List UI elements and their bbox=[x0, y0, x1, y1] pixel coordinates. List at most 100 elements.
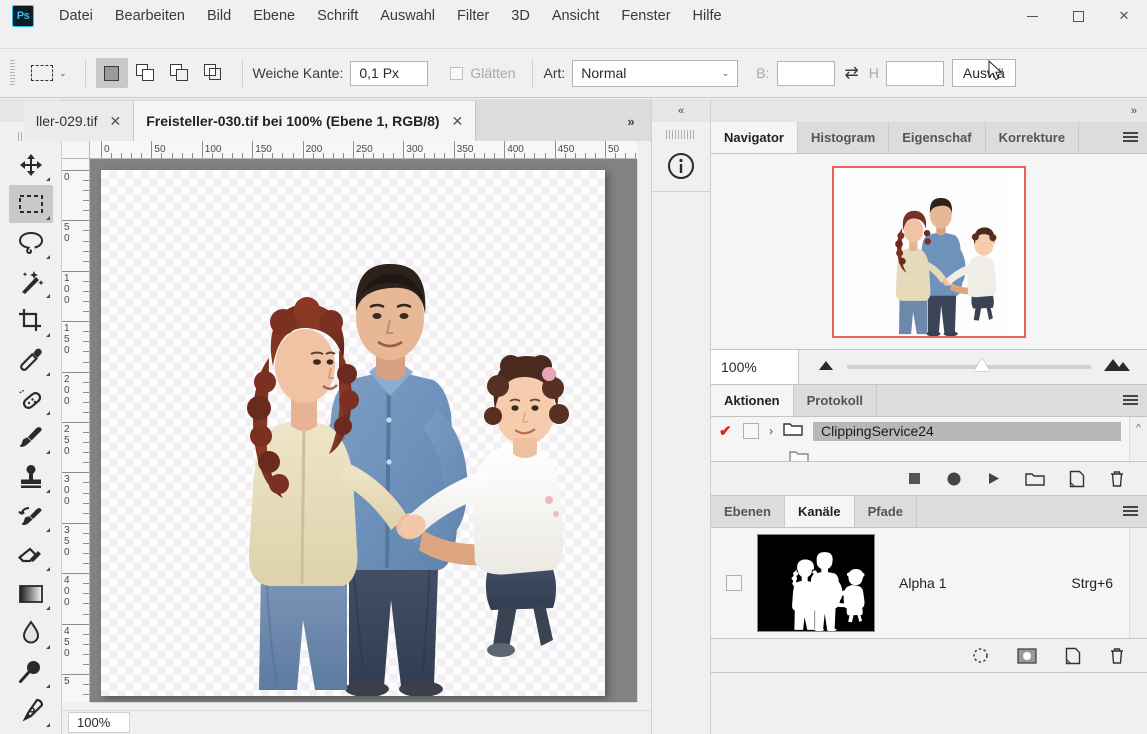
options-bar-grip[interactable] bbox=[10, 60, 15, 86]
dock-grip[interactable] bbox=[666, 130, 696, 139]
close-icon[interactable]: ✕ bbox=[452, 113, 464, 130]
record-icon[interactable] bbox=[946, 471, 962, 487]
subtract-from-selection-button[interactable] bbox=[164, 58, 196, 88]
brush-tool[interactable] bbox=[9, 419, 53, 457]
delete-channel-icon[interactable] bbox=[1109, 647, 1125, 665]
navigator-preview[interactable] bbox=[711, 154, 1147, 349]
zoom-level-input[interactable]: 100% bbox=[68, 712, 130, 733]
channel-name[interactable]: Alpha 1 bbox=[875, 575, 1071, 591]
menu-item-schrift[interactable]: Schrift bbox=[306, 4, 369, 28]
menu-item-auswahl[interactable]: Auswahl bbox=[369, 4, 446, 28]
panel-menu-button[interactable] bbox=[1113, 385, 1147, 416]
tool-preset-picker[interactable]: ⌄ bbox=[23, 65, 75, 81]
actions-list[interactable]: ✔ › ClippingService24 ^ bbox=[711, 417, 1147, 461]
action-row[interactable] bbox=[711, 445, 1147, 461]
close-button[interactable]: ✕ bbox=[1101, 0, 1147, 32]
horizontal-ruler[interactable]: 05010015020025030035040045050 bbox=[90, 141, 637, 159]
load-selection-icon[interactable] bbox=[972, 647, 989, 664]
add-to-selection-button[interactable] bbox=[130, 58, 162, 88]
dock-collapse-button[interactable]: « bbox=[652, 99, 710, 122]
width-input[interactable] bbox=[777, 61, 835, 86]
refine-edge-button[interactable]: Auswä bbox=[952, 59, 1016, 87]
navigator-thumbnail[interactable] bbox=[832, 166, 1026, 338]
menu-item-ansicht[interactable]: Ansicht bbox=[541, 4, 611, 28]
spot-healing-brush-tool[interactable] bbox=[9, 380, 53, 418]
eyedropper-tool[interactable] bbox=[9, 341, 53, 379]
action-dialog-toggle[interactable] bbox=[743, 423, 759, 439]
new-set-icon[interactable] bbox=[1025, 471, 1045, 487]
menu-item-fenster[interactable]: Fenster bbox=[610, 4, 681, 28]
menu-item-bild[interactable]: Bild bbox=[196, 4, 242, 28]
action-set-name[interactable]: ClippingService24 bbox=[813, 422, 1121, 441]
zoom-slider-handle[interactable] bbox=[974, 358, 990, 371]
document-tab-inactive[interactable]: ller-029.tif ✕ bbox=[24, 101, 134, 141]
info-panel-button[interactable] bbox=[660, 145, 702, 187]
channels-scrollbar[interactable] bbox=[1129, 528, 1147, 638]
rectangular-marquee-tool[interactable] bbox=[9, 185, 53, 223]
alpha-mask-thumbnail[interactable] bbox=[757, 534, 875, 632]
play-icon[interactable] bbox=[986, 471, 1001, 486]
vertical-ruler[interactable]: 0501001502002503003504004505 bbox=[62, 159, 90, 702]
action-row[interactable]: ✔ › ClippingService24 bbox=[711, 417, 1147, 445]
chevron-right-icon[interactable]: › bbox=[769, 424, 773, 438]
menu-item-3d[interactable]: 3D bbox=[500, 4, 541, 28]
navigator-zoom-input[interactable]: 100% bbox=[711, 350, 799, 384]
tab-aktionen[interactable]: Aktionen bbox=[711, 385, 794, 416]
tab-kan-le[interactable]: Kanäle bbox=[785, 496, 855, 527]
panel-menu-button[interactable] bbox=[1113, 496, 1147, 527]
ruler-origin-box[interactable] bbox=[62, 141, 90, 159]
style-select[interactable]: Normal ⌄ bbox=[572, 60, 738, 87]
lasso-tool[interactable] bbox=[9, 224, 53, 262]
gradient-tool[interactable] bbox=[9, 575, 53, 613]
antialias-checkbox[interactable] bbox=[450, 67, 463, 80]
tab-pfade[interactable]: Pfade bbox=[855, 496, 917, 527]
right-dock-expand-button[interactable]: » bbox=[711, 99, 1147, 122]
artboard[interactable] bbox=[101, 170, 605, 696]
actions-scrollbar[interactable]: ^ bbox=[1129, 417, 1147, 461]
canvas-viewport[interactable] bbox=[90, 159, 637, 702]
action-enabled-check[interactable]: ✔ bbox=[719, 422, 733, 440]
tab-ebenen[interactable]: Ebenen bbox=[711, 496, 785, 527]
tab-histogram[interactable]: Histogram bbox=[798, 122, 889, 153]
close-icon[interactable]: ✕ bbox=[109, 113, 121, 130]
new-action-icon[interactable] bbox=[1069, 470, 1085, 488]
stop-icon[interactable] bbox=[907, 471, 922, 486]
menu-item-bearbeiten[interactable]: Bearbeiten bbox=[104, 4, 196, 28]
clone-stamp-tool[interactable] bbox=[9, 458, 53, 496]
new-selection-button[interactable] bbox=[96, 58, 128, 88]
menu-item-datei[interactable]: Datei bbox=[48, 4, 104, 28]
blur-tool[interactable] bbox=[9, 614, 53, 652]
canvas-vertical-scrollbar[interactable] bbox=[637, 159, 651, 702]
quick-selection-tool[interactable] bbox=[9, 263, 53, 301]
swap-arrows-icon[interactable]: ⇄ bbox=[845, 63, 859, 83]
intersect-selection-button[interactable] bbox=[198, 58, 230, 88]
tab-navigator[interactable]: Navigator bbox=[711, 122, 798, 153]
navigator-zoom-slider[interactable] bbox=[847, 365, 1091, 369]
document-tab-overflow-button[interactable]: » bbox=[611, 101, 651, 141]
menu-item-ebene[interactable]: Ebene bbox=[242, 4, 306, 28]
dodge-tool[interactable] bbox=[9, 653, 53, 691]
delete-icon[interactable] bbox=[1109, 470, 1125, 488]
panel-menu-button[interactable] bbox=[1113, 122, 1147, 153]
tab-eigenschaf[interactable]: Eigenschaf bbox=[889, 122, 985, 153]
channels-list[interactable]: Alpha 1 Strg+6 bbox=[711, 528, 1147, 638]
zoom-in-mountain-icon[interactable] bbox=[1103, 358, 1131, 377]
minimize-button[interactable] bbox=[1009, 0, 1055, 32]
maximize-button[interactable] bbox=[1055, 0, 1101, 32]
document-tab-active[interactable]: Freisteller-030.tif bei 100% (Ebene 1, R… bbox=[134, 101, 476, 141]
move-tool[interactable] bbox=[9, 146, 53, 184]
feather-input[interactable]: 0,1 Px bbox=[350, 61, 428, 86]
menu-item-hilfe[interactable]: Hilfe bbox=[682, 4, 733, 28]
new-channel-icon[interactable] bbox=[1065, 647, 1081, 665]
crop-tool[interactable] bbox=[9, 302, 53, 340]
menu-item-filter[interactable]: Filter bbox=[446, 4, 500, 28]
height-input[interactable] bbox=[886, 61, 944, 86]
save-selection-icon[interactable] bbox=[1017, 648, 1037, 664]
tab-korrekture[interactable]: Korrekture bbox=[986, 122, 1079, 153]
eraser-tool[interactable] bbox=[9, 536, 53, 574]
pen-tool[interactable] bbox=[9, 692, 53, 730]
tab-protokoll[interactable]: Protokoll bbox=[794, 385, 877, 416]
channel-visibility-toggle[interactable] bbox=[711, 575, 757, 591]
zoom-out-mountain-icon[interactable] bbox=[817, 358, 835, 376]
history-brush-tool[interactable] bbox=[9, 497, 53, 535]
